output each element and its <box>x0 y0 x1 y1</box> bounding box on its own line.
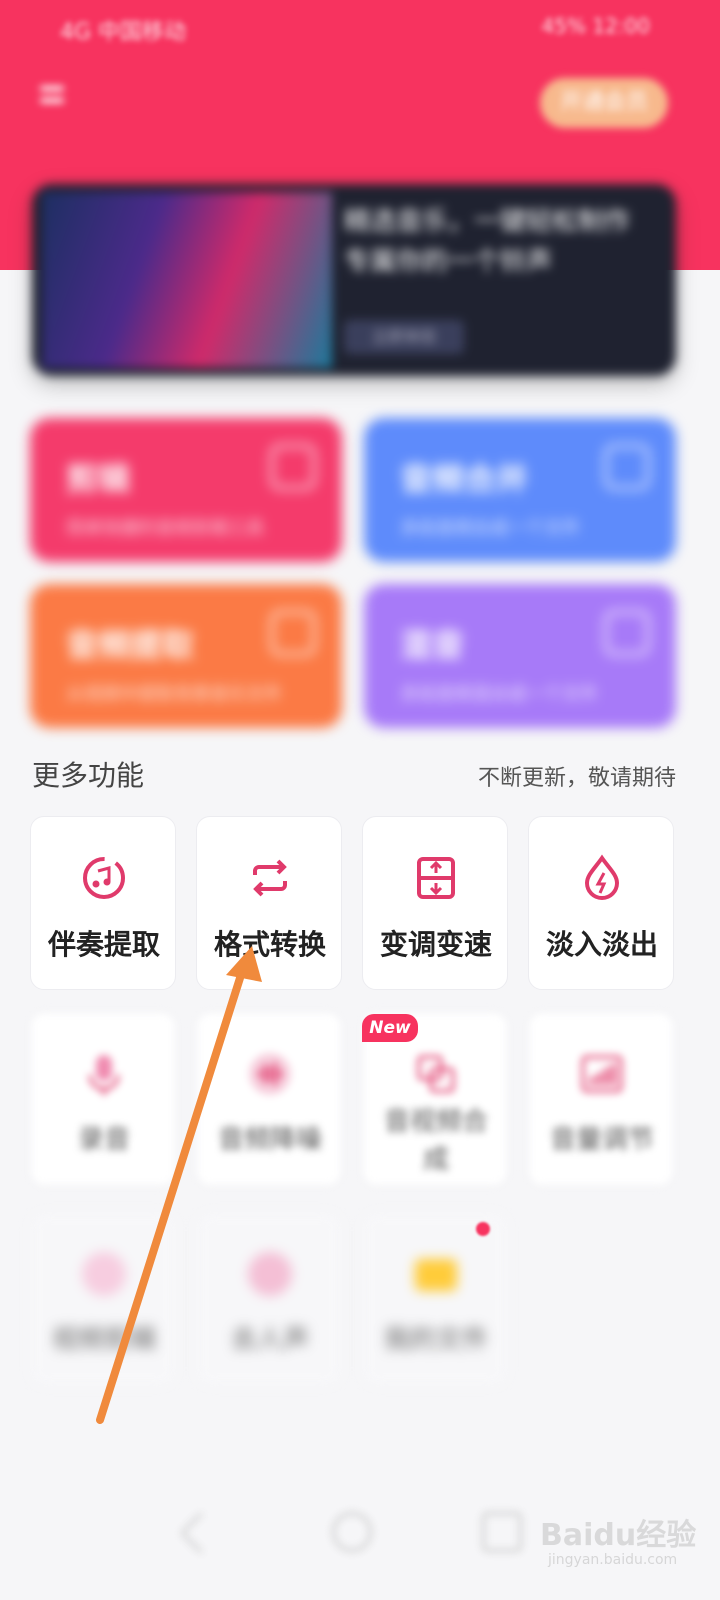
tool-remove-vocal[interactable]: 去人声 <box>196 1212 342 1386</box>
status-battery-time: 45% 12:00 <box>541 14 650 38</box>
watermark-main: Baidu经验 <box>540 1518 697 1553</box>
merge-icon <box>604 444 650 490</box>
feature-card-subtitle: 多段音频合成一个文件 <box>400 518 580 539</box>
menu-icon[interactable] <box>34 80 74 120</box>
banner-title: 精选音乐，一键轻松制作专属你的一个铃声 <box>344 207 631 277</box>
tool-label: 我的文件 <box>383 1325 488 1355</box>
watermark-sub: jingyan.baidu.com <box>548 1552 678 1568</box>
feature-card-title: 音频合并 <box>400 460 529 498</box>
feature-card-title: 剪辑 <box>66 460 131 498</box>
feature-card-subtitle: 从视频中提取背景音乐文件 <box>66 684 282 705</box>
video-merge-icon <box>417 1055 455 1093</box>
vip-button[interactable]: 开通会员 <box>540 78 668 128</box>
scissors-icon <box>270 444 316 490</box>
tool-label: 淡入淡出 <box>545 928 658 961</box>
feature-card-edit[interactable]: 剪辑 简单快捷的音频剪辑工具 <box>30 418 342 562</box>
tool-pitch-speed[interactable]: 变调变速 <box>362 816 508 990</box>
back-icon[interactable] <box>179 1511 223 1555</box>
tool-volume-adjust[interactable]: 音量调节 <box>528 1012 674 1186</box>
section-note: 不断更新，敬请期待 <box>477 766 676 791</box>
section-title: 更多功能 <box>32 759 145 792</box>
banner-button[interactable]: 立即体验 <box>344 320 464 354</box>
recent-apps-icon[interactable] <box>482 1512 522 1552</box>
status-carrier: 4G 中国移动 <box>60 20 187 45</box>
pitch-speed-icon <box>417 857 455 899</box>
fade-icon <box>584 854 620 900</box>
tool-label: 音视频合成 <box>383 1107 488 1175</box>
tool-label: 录音 <box>77 1125 130 1155</box>
tool-video-edit[interactable]: 视频剪辑 <box>30 1212 176 1386</box>
tool-label: 去人声 <box>230 1325 309 1355</box>
tool-format-convert[interactable]: 格式转换 <box>196 816 342 990</box>
tool-label: 视频剪辑 <box>51 1325 156 1355</box>
feature-card-subtitle: 简单快捷的音频剪辑工具 <box>66 518 264 539</box>
home-icon[interactable] <box>332 1512 372 1552</box>
promo-banner[interactable]: 精选音乐，一键轻松制作专属你的一个铃声 立即体验 <box>32 184 676 376</box>
tool-noise-reduction[interactable]: 音频降噪 <box>196 1012 342 1186</box>
feature-card-title: 混音 <box>400 626 465 664</box>
status-bar: 4G 中国移动 45% 12:00 <box>0 0 720 52</box>
new-badge: New <box>362 1014 418 1042</box>
tool-label: 音量调节 <box>549 1125 654 1155</box>
tool-accompaniment-extract[interactable]: 伴奏提取 <box>30 816 176 990</box>
banner-image <box>42 192 332 368</box>
video-edit-icon <box>82 1252 126 1296</box>
tool-label: 格式转换 <box>213 928 326 961</box>
tool-label: 伴奏提取 <box>47 928 160 961</box>
feature-card-subtitle: 多段音频混合成一个文件 <box>400 684 598 705</box>
notification-dot <box>476 1222 490 1236</box>
feature-card-extract[interactable]: 音频提取 从视频中提取背景音乐文件 <box>30 584 342 728</box>
tool-my-files[interactable]: 我的文件 <box>362 1212 508 1386</box>
feature-card-merge[interactable]: 音频合并 多段音频合成一个文件 <box>364 418 676 562</box>
extract-icon <box>270 610 316 656</box>
mix-icon <box>604 610 650 656</box>
tool-label: 变调变速 <box>379 928 492 961</box>
volume-chart-icon <box>581 1055 623 1093</box>
feature-card-title: 音频提取 <box>66 626 195 664</box>
remove-vocal-icon <box>248 1252 292 1296</box>
vip-button-label: 开通会员 <box>559 90 648 115</box>
tool-label: 音频降噪 <box>217 1125 322 1155</box>
folder-icon <box>415 1259 457 1291</box>
music-extract-icon <box>83 857 125 899</box>
tool-record[interactable]: 录音 <box>30 1012 176 1186</box>
microphone-icon <box>88 1055 120 1095</box>
convert-icon <box>253 859 287 897</box>
tool-fade-in-out[interactable]: 淡入淡出 <box>528 816 674 990</box>
waveform-icon <box>249 1053 291 1095</box>
feature-card-mix[interactable]: 混音 多段音频混合成一个文件 <box>364 584 676 728</box>
watermark: Baidu经验 jingyan.baidu.com <box>540 1490 710 1590</box>
